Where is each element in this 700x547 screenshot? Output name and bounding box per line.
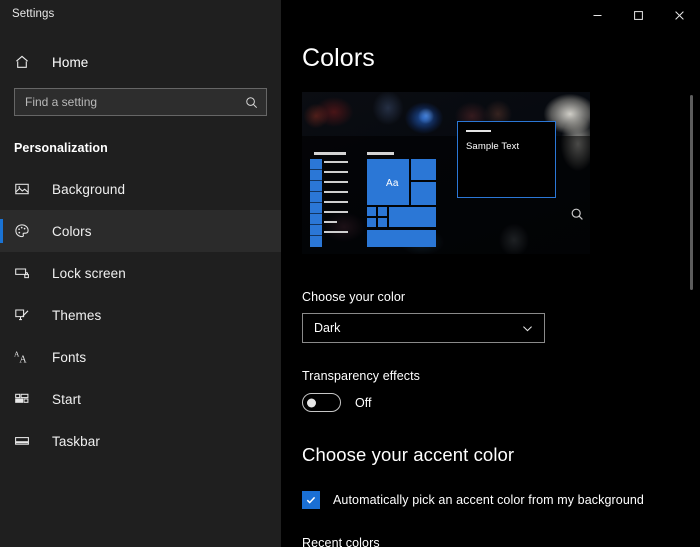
choose-color-label: Choose your color: [302, 290, 700, 304]
preview-tile: [367, 218, 376, 227]
preview-tile: [389, 207, 436, 227]
preview-tile: [367, 207, 376, 216]
minimize-button[interactable]: [577, 0, 618, 31]
preview-sample-window: Sample Text: [457, 121, 556, 198]
choose-color-dropdown[interactable]: Dark: [302, 313, 545, 343]
sidebar-item-taskbar-label: Taskbar: [52, 434, 100, 449]
sidebar-item-lock-screen-label: Lock screen: [52, 266, 126, 281]
toggle-knob: [307, 398, 316, 407]
search-input[interactable]: [25, 95, 245, 109]
sidebar-item-home-label: Home: [52, 55, 88, 70]
recent-colors-label: Recent colors: [302, 536, 700, 547]
window-controls: [577, 0, 700, 31]
preview-tile: [378, 218, 387, 227]
preview-strip-header: [314, 152, 346, 155]
accent-color-group: Choose your accent color Automatically p…: [302, 444, 700, 547]
sidebar-item-taskbar[interactable]: Taskbar: [0, 420, 281, 462]
sidebar-item-colors-label: Colors: [52, 224, 92, 239]
content-pane: Colors: [281, 0, 700, 547]
palette-icon: [14, 223, 36, 239]
maximize-button[interactable]: [618, 0, 659, 31]
preview-sample-text: Sample Text: [466, 141, 519, 152]
auto-accent-checkbox[interactable]: [302, 491, 320, 509]
chevron-down-icon: [521, 322, 534, 335]
start-icon: [14, 391, 36, 407]
preview-strip-lines: [324, 161, 348, 241]
sidebar-item-home[interactable]: Home: [0, 45, 281, 79]
accent-color-heading: Choose your accent color: [302, 444, 700, 466]
sidebar-item-fonts-label: Fonts: [52, 350, 86, 365]
transparency-toggle-row: Off: [302, 393, 700, 412]
taskbar-icon: [14, 433, 36, 449]
sidebar-item-background-label: Background: [52, 182, 125, 197]
transparency-toggle[interactable]: [302, 393, 341, 412]
auto-accent-row[interactable]: Automatically pick an accent color from …: [302, 491, 700, 509]
sidebar-item-themes[interactable]: Themes: [0, 294, 281, 336]
scrollbar-thumb[interactable]: [690, 95, 693, 290]
preview-search-icon: [570, 207, 584, 226]
content-inner: Colors: [281, 0, 700, 547]
preview-window-titlebar: [466, 130, 491, 132]
themes-icon: [14, 307, 36, 323]
window-title: Settings: [12, 8, 54, 20]
sidebar-item-start-label: Start: [52, 392, 81, 407]
preview-tile-text: Aa: [386, 178, 399, 189]
close-button[interactable]: [659, 0, 700, 31]
image-icon: [14, 181, 36, 197]
preview-strip-column: [310, 159, 322, 247]
sidebar-section-title: Personalization: [0, 141, 281, 155]
lock-screen-icon: [14, 265, 36, 281]
preview-start-menu-strip: [310, 152, 348, 247]
search-container: [14, 88, 267, 116]
sidebar-item-themes-label: Themes: [52, 308, 101, 323]
sidebar-item-start[interactable]: Start: [0, 378, 281, 420]
auto-accent-label: Automatically pick an accent color from …: [333, 493, 644, 507]
sidebar-item-lock-screen[interactable]: Lock screen: [0, 252, 281, 294]
home-icon: [14, 54, 36, 70]
preview-tile: [378, 207, 387, 216]
preview-tiles-header: [367, 152, 394, 155]
sidebar-item-background[interactable]: Background: [0, 168, 281, 210]
transparency-label: Transparency effects: [302, 369, 700, 383]
search-icon[interactable]: [245, 96, 258, 109]
choose-color-value: Dark: [314, 321, 340, 335]
preview-tile: [411, 159, 436, 180]
sidebar-item-colors[interactable]: Colors: [0, 210, 281, 252]
settings-window: Home Personalization: [0, 0, 700, 547]
choose-color-group: Choose your color Dark: [302, 290, 700, 343]
svg-text:A: A: [19, 354, 27, 365]
content-scrollbar[interactable]: [688, 32, 694, 547]
preview-tile: [367, 230, 436, 247]
page-title: Colors: [302, 44, 700, 73]
color-preview: Aa Sample Text: [302, 92, 590, 254]
sidebar-item-fonts[interactable]: A A Fonts: [0, 336, 281, 378]
preview-tile: [411, 182, 436, 205]
sidebar-nav-list: Background Colors: [0, 168, 281, 462]
sidebar: Home Personalization: [0, 0, 281, 547]
transparency-group: Transparency effects Off: [302, 369, 700, 412]
search-box[interactable]: [14, 88, 267, 116]
transparency-state: Off: [355, 396, 371, 410]
fonts-icon: A A: [14, 349, 36, 365]
preview-tiles: Aa: [367, 152, 436, 247]
